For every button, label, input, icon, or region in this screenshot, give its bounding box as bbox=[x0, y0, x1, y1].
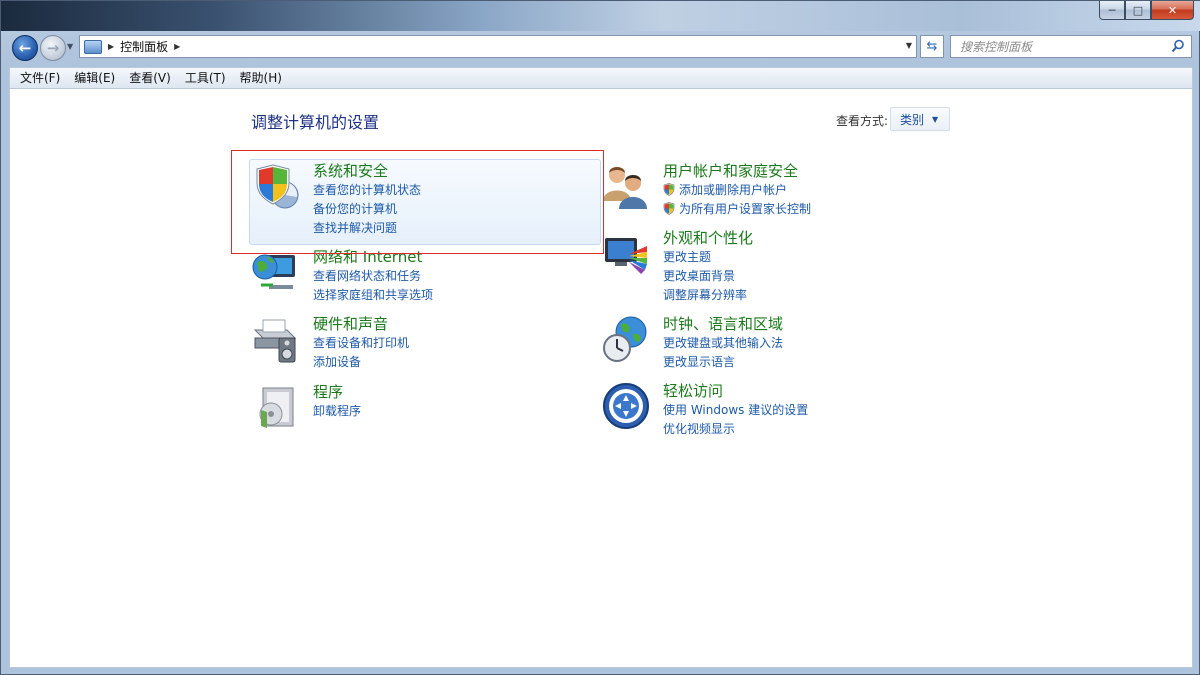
link-network-status[interactable]: 查看网络状态和任务 bbox=[313, 268, 421, 285]
forward-button[interactable]: → bbox=[40, 35, 66, 61]
link-change-theme[interactable]: 更改主题 bbox=[663, 249, 711, 266]
clock-language-icon bbox=[603, 316, 647, 362]
view-by-value: 类别 bbox=[900, 112, 925, 127]
search-input[interactable] bbox=[960, 39, 1160, 54]
link-label[interactable]: 添加或删除用户帐户 bbox=[679, 183, 787, 197]
search-icon[interactable] bbox=[1171, 39, 1185, 53]
category-programs: 程序 卸载程序 bbox=[251, 382, 591, 432]
link-recommended-settings[interactable]: 使用 Windows 建议的设置 bbox=[663, 402, 808, 419]
category-title[interactable]: 轻松访问 bbox=[663, 381, 723, 401]
link-change-input-method[interactable]: 更改键盘或其他输入法 bbox=[663, 335, 783, 352]
breadcrumb-control-panel[interactable]: 控制面板 bbox=[120, 38, 168, 55]
control-panel-icon bbox=[84, 39, 102, 54]
link-add-device[interactable]: 添加设备 bbox=[313, 354, 361, 371]
red-highlight-rectangle bbox=[231, 150, 604, 254]
minimize-button[interactable]: ─ bbox=[1099, 1, 1125, 20]
address-bar[interactable]: ▶ 控制面板 ▶ ▼ bbox=[79, 35, 917, 58]
menu-help[interactable]: 帮助(H) bbox=[233, 69, 289, 88]
content-pane: 调整计算机的设置 查看方式: 类别 ▼ 系统和安全 查看您的计算机状态 备份您的… bbox=[9, 88, 1193, 668]
link-uninstall-program[interactable]: 卸载程序 bbox=[313, 403, 361, 420]
page-title: 调整计算机的设置 bbox=[251, 113, 380, 132]
network-internet-icon bbox=[252, 254, 295, 289]
link-add-remove-accounts[interactable]: 添加或删除用户帐户 bbox=[663, 182, 787, 199]
title-bar[interactable]: ─ □ ✕ bbox=[1, 1, 1200, 31]
uac-shield-icon bbox=[663, 183, 675, 196]
appearance-icon bbox=[605, 238, 647, 274]
menu-file[interactable]: 文件(F) bbox=[13, 69, 67, 88]
link-optimize-display[interactable]: 优化视频显示 bbox=[663, 421, 735, 438]
link-devices-printers[interactable]: 查看设备和打印机 bbox=[313, 335, 409, 352]
category-title[interactable]: 用户帐户和家庭安全 bbox=[663, 161, 798, 181]
back-button[interactable]: ← bbox=[12, 35, 38, 61]
chevron-down-icon: ▼ bbox=[932, 114, 939, 124]
maximize-button[interactable]: □ bbox=[1125, 1, 1151, 20]
user-accounts-icon bbox=[603, 167, 647, 209]
category-appearance: 外观和个性化 更改主题 更改桌面背景 调整屏幕分辨率 bbox=[601, 228, 941, 308]
category-title[interactable]: 时钟、语言和区域 bbox=[663, 314, 783, 334]
category-title[interactable]: 外观和个性化 bbox=[663, 228, 753, 248]
link-change-display-language[interactable]: 更改显示语言 bbox=[663, 354, 735, 371]
control-panel-window: ─ □ ✕ ← → ▼ ▶ 控制面板 ▶ ▼ ⇆ 文件(F) 编辑(E) 查看(… bbox=[0, 0, 1200, 675]
view-by-dropdown[interactable]: 类别 ▼ bbox=[890, 107, 950, 131]
link-change-background[interactable]: 更改桌面背景 bbox=[663, 268, 735, 285]
recent-pages-dropdown[interactable]: ▼ bbox=[67, 42, 77, 52]
navigation-row: ← → ▼ ▶ 控制面板 ▶ ▼ ⇆ bbox=[1, 31, 1200, 63]
uac-shield-icon bbox=[663, 202, 675, 215]
category-network-internet: 网络和 Internet 查看网络状态和任务 选择家庭组和共享选项 bbox=[251, 247, 591, 307]
menu-edit[interactable]: 编辑(E) bbox=[67, 69, 122, 88]
menu-bar: 文件(F) 编辑(E) 查看(V) 工具(T) 帮助(H) bbox=[9, 67, 1193, 88]
view-by-label: 查看方式: bbox=[836, 114, 889, 128]
hardware-sound-icon bbox=[253, 319, 297, 363]
breadcrumb-arrow-icon[interactable]: ▶ bbox=[174, 42, 180, 51]
ease-of-access-icon bbox=[603, 383, 649, 429]
category-hardware-sound: 硬件和声音 查看设备和打印机 添加设备 bbox=[251, 314, 591, 374]
breadcrumb-arrow-icon[interactable]: ▶ bbox=[108, 42, 114, 51]
link-screen-resolution[interactable]: 调整屏幕分辨率 bbox=[663, 287, 747, 304]
category-clock-language-region: 时钟、语言和区域 更改键盘或其他输入法 更改显示语言 bbox=[601, 314, 941, 374]
menu-tools[interactable]: 工具(T) bbox=[178, 69, 233, 88]
address-dropdown-icon[interactable]: ▼ bbox=[906, 41, 912, 50]
link-parental-controls[interactable]: 为所有用户设置家长控制 bbox=[663, 201, 811, 218]
category-ease-of-access: 轻松访问 使用 Windows 建议的设置 优化视频显示 bbox=[601, 381, 941, 441]
link-homegroup-sharing[interactable]: 选择家庭组和共享选项 bbox=[313, 287, 433, 304]
close-button[interactable]: ✕ bbox=[1151, 1, 1194, 20]
refresh-button[interactable]: ⇆ bbox=[920, 35, 944, 58]
search-box[interactable] bbox=[950, 35, 1192, 58]
category-title[interactable]: 硬件和声音 bbox=[313, 314, 388, 334]
category-title[interactable]: 程序 bbox=[313, 382, 343, 402]
link-label[interactable]: 为所有用户设置家长控制 bbox=[679, 202, 811, 216]
menu-view[interactable]: 查看(V) bbox=[122, 69, 178, 88]
category-user-accounts: 用户帐户和家庭安全 添加或删除用户帐户 为所有用户设置家长控制 bbox=[601, 161, 941, 221]
programs-icon bbox=[259, 387, 294, 428]
caption-buttons: ─ □ ✕ bbox=[1099, 1, 1194, 20]
